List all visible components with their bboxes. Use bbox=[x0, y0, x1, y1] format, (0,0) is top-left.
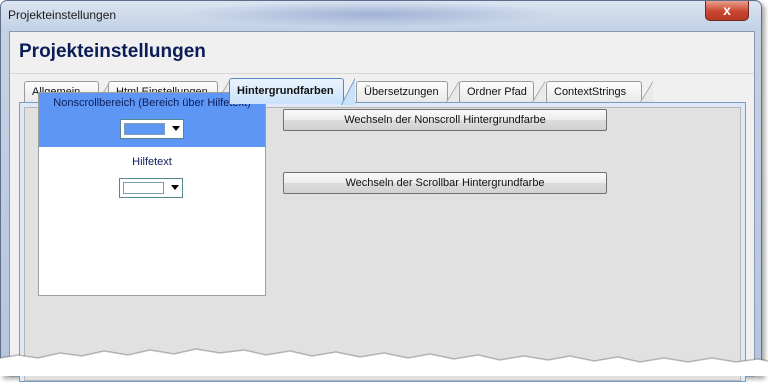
application-window: Projekteinstellungen x Projekteinstellun… bbox=[0, 0, 762, 382]
chevron-down-icon bbox=[172, 126, 180, 131]
color-preview-box: Nonscrollbereich (Bereich über Hilfetext… bbox=[38, 92, 266, 296]
hilfetext-label: Hilfetext bbox=[132, 156, 172, 168]
tab-label: ContextStrings bbox=[554, 86, 627, 98]
change-nonscroll-color-button[interactable]: Wechseln der Nonscroll Hintergrundfarbe bbox=[283, 109, 607, 131]
close-icon: x bbox=[723, 2, 731, 18]
tab-uebersetzungen[interactable]: Übersetzungen bbox=[356, 81, 459, 104]
title-bar[interactable]: Projekteinstellungen x bbox=[1, 1, 761, 31]
tab-contextstrings[interactable]: ContextStrings bbox=[546, 81, 653, 104]
hilfetext-color-dropdown[interactable] bbox=[119, 178, 183, 198]
nonscroll-color-swatch bbox=[124, 123, 165, 135]
tab-ordner-pfad[interactable]: Ordner Pfad bbox=[459, 81, 545, 104]
chevron-down-icon bbox=[171, 185, 179, 190]
close-button[interactable]: x bbox=[705, 1, 749, 21]
page-title: Projekteinstellungen bbox=[19, 41, 206, 62]
tab-hintergrundfarben[interactable]: Hintergrundfarben bbox=[229, 78, 355, 105]
tab-label: Hintergrundfarben bbox=[237, 85, 334, 97]
hilfetext-color-swatch bbox=[123, 182, 164, 194]
nonscroll-color-dropdown[interactable] bbox=[120, 119, 184, 139]
change-scrollbar-color-button[interactable]: Wechseln der Scrollbar Hintergrundfarbe bbox=[283, 172, 607, 194]
dialog-header: Projekteinstellungen bbox=[10, 32, 754, 74]
title-bar-glass bbox=[181, 1, 561, 27]
window-title: Projekteinstellungen bbox=[8, 8, 117, 22]
tab-label: Übersetzungen bbox=[364, 86, 439, 98]
tab-label: Ordner Pfad bbox=[467, 86, 527, 98]
